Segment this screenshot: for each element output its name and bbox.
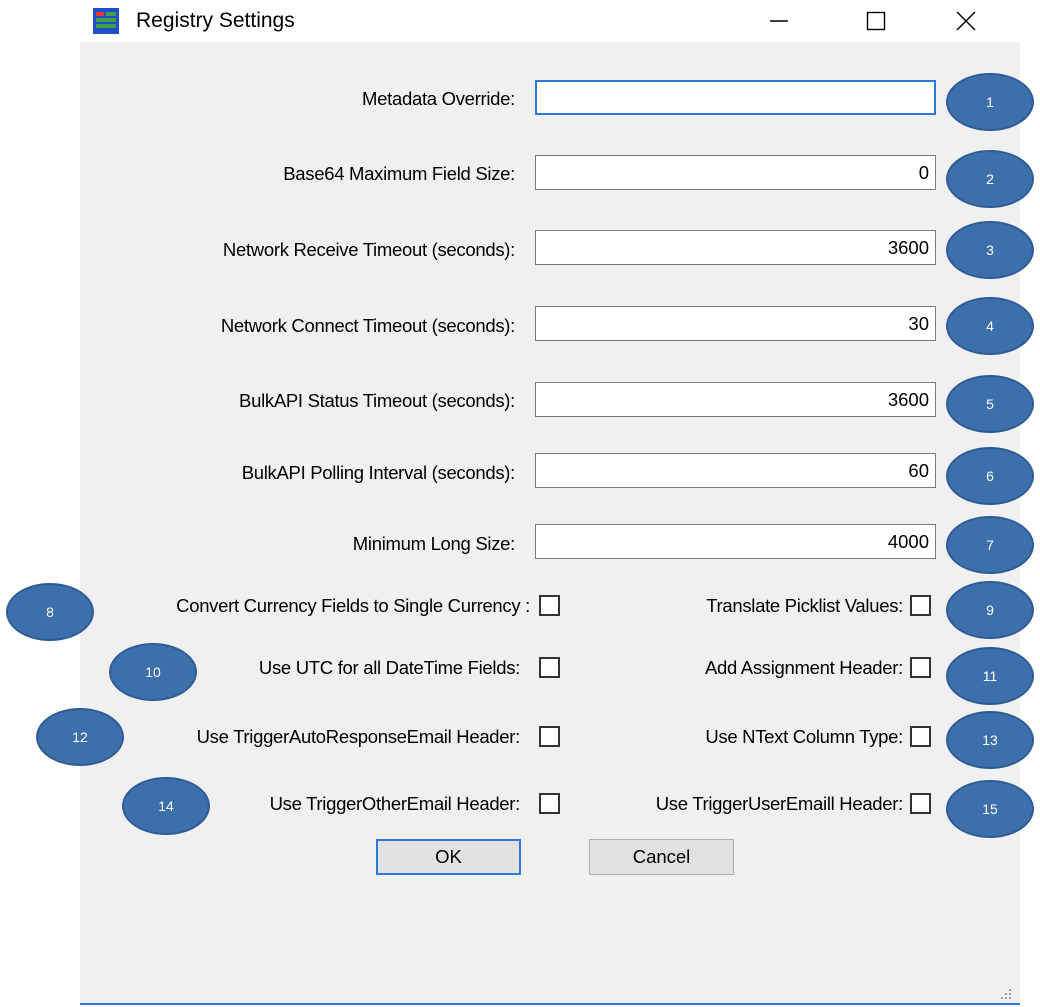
bulkapi-status-timeout-input[interactable] [535, 382, 936, 417]
trigger-user-email-label: Use TriggerUserEmaill Header: [655, 793, 904, 814]
window-border [80, 1003, 1020, 1005]
resize-grip-icon[interactable] [997, 985, 1013, 1001]
use-utc-label: Use UTC for all DateTime Fields: [258, 657, 520, 678]
callout-badge: 12 [36, 708, 124, 766]
callout-badge: 3 [946, 221, 1034, 279]
ok-button[interactable]: OK [376, 839, 521, 875]
callout-badge: 4 [946, 297, 1034, 355]
translate-picklist-checkbox[interactable] [910, 595, 931, 616]
callout-badge: 8 [6, 583, 94, 641]
add-assignment-header-label: Add Assignment Header: [704, 657, 903, 678]
minimize-button[interactable] [749, 2, 809, 40]
callout-badge: 7 [946, 516, 1034, 574]
network-receive-timeout-label: Network Receive Timeout (seconds): [222, 239, 515, 260]
bulkapi-status-timeout-label: BulkAPI Status Timeout (seconds): [239, 390, 515, 411]
close-button[interactable] [936, 2, 996, 40]
metadata-override-input[interactable] [535, 80, 936, 115]
network-connect-timeout-label: Network Connect Timeout (seconds): [220, 315, 515, 336]
maximize-button[interactable] [846, 2, 906, 40]
trigger-user-email-checkbox[interactable] [910, 793, 931, 814]
callout-badge: 10 [109, 643, 197, 701]
base64-max-field-size-input[interactable] [535, 155, 936, 190]
trigger-other-email-label: Use TriggerOtherEmail Header: [269, 793, 521, 814]
use-ntext-column-checkbox[interactable] [910, 726, 931, 747]
use-ntext-column-label: Use NText Column Type: [705, 726, 903, 747]
trigger-other-email-checkbox[interactable] [539, 793, 560, 814]
callout-badge: 9 [946, 581, 1034, 639]
callout-badge: 11 [946, 647, 1034, 705]
callout-badge: 15 [946, 780, 1034, 838]
callout-badge: 5 [946, 375, 1034, 433]
close-icon [956, 11, 976, 31]
metadata-override-label: Metadata Override: [362, 88, 515, 109]
network-receive-timeout-input[interactable] [535, 230, 936, 265]
bulkapi-polling-interval-input[interactable] [535, 453, 936, 488]
convert-currency-checkbox[interactable] [539, 595, 560, 616]
maximize-icon [866, 11, 886, 31]
window-title: Registry Settings [136, 9, 295, 32]
callout-badge: 6 [946, 447, 1034, 505]
callout-badge: 2 [946, 150, 1034, 208]
minimum-long-size-input[interactable] [535, 524, 936, 559]
trigger-autoresponse-email-checkbox[interactable] [539, 726, 560, 747]
base64-max-field-size-label: Base64 Maximum Field Size: [283, 163, 515, 184]
trigger-autoresponse-email-label: Use TriggerAutoResponseEmail Header: [196, 726, 521, 747]
cancel-button[interactable]: Cancel [589, 839, 734, 875]
use-utc-checkbox[interactable] [539, 657, 560, 678]
callout-badge: 13 [946, 711, 1034, 769]
minimum-long-size-label: Minimum Long Size: [352, 533, 516, 554]
app-icon [93, 8, 119, 34]
network-connect-timeout-input[interactable] [535, 306, 936, 341]
callout-badge: 1 [946, 73, 1034, 131]
convert-currency-label: Convert Currency Fields to Single Curren… [176, 595, 530, 616]
minimize-icon [770, 20, 788, 22]
add-assignment-header-checkbox[interactable] [910, 657, 931, 678]
callout-badge: 14 [122, 777, 210, 835]
translate-picklist-label: Translate Picklist Values: [706, 595, 903, 616]
bulkapi-polling-interval-label: BulkAPI Polling Interval (seconds): [241, 462, 516, 483]
